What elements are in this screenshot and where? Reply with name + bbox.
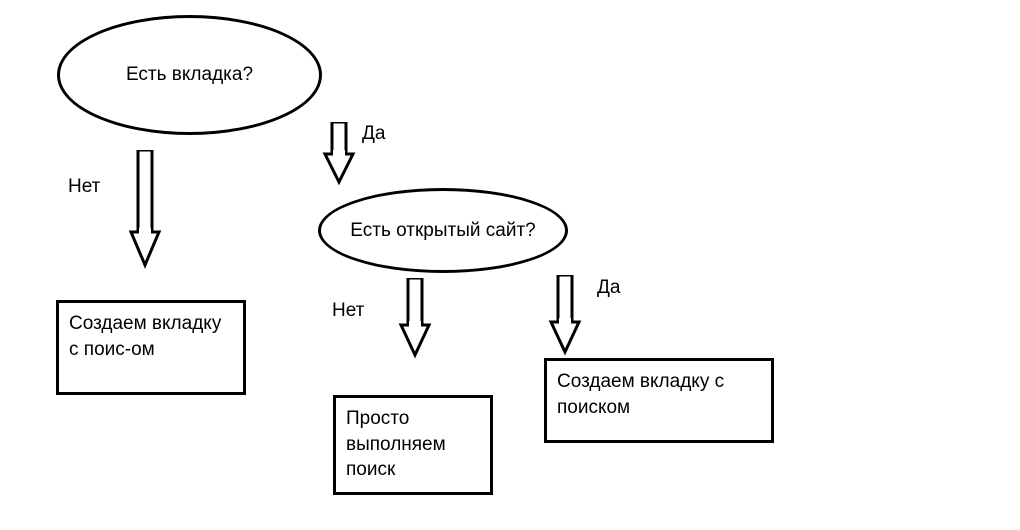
arrow-decision1-yes: [319, 122, 359, 187]
label-yes-1: Да: [362, 123, 385, 145]
label-no-2: Нет: [332, 300, 364, 322]
decision-has-open-site-label: Есть открытый сайт?: [350, 220, 535, 242]
arrow-decision2-no: [395, 278, 435, 360]
action-create-tab-search-2: Создаем вкладку с поиском: [544, 358, 774, 443]
action-create-tab-search-1-label: Создаем вкладку с поис-ом: [69, 313, 221, 360]
decision-has-tab-label: Есть вкладка?: [126, 64, 253, 86]
action-just-search-label: Просто выполняем поиск: [346, 408, 446, 480]
label-no-1: Нет: [68, 176, 100, 198]
arrow-decision1-no: [125, 150, 165, 270]
label-yes-2: Да: [597, 277, 620, 299]
decision-has-tab: Есть вкладка?: [57, 15, 322, 135]
decision-has-open-site: Есть открытый сайт?: [318, 188, 568, 273]
arrow-decision2-yes: [545, 275, 585, 357]
action-create-tab-search-1: Создаем вкладку с поис-ом: [56, 300, 246, 395]
action-just-search: Просто выполняем поиск: [333, 395, 493, 495]
action-create-tab-search-2-label: Создаем вкладку с поиском: [557, 371, 724, 418]
